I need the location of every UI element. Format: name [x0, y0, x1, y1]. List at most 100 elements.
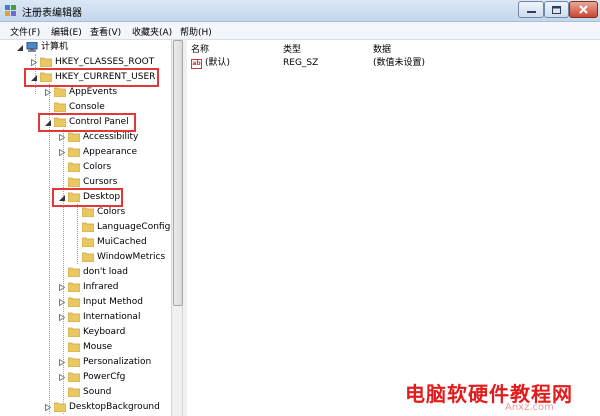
collapse-icon[interactable] — [16, 40, 24, 55]
folder-icon — [54, 402, 66, 412]
window-title: 注册表编辑器 — [22, 8, 82, 19]
tree-item-label: Personalization — [83, 357, 152, 367]
close-icon — [579, 5, 588, 14]
folder-icon — [54, 87, 66, 97]
expand-icon[interactable] — [58, 370, 66, 385]
tree-item-label: 计算机 — [41, 42, 69, 52]
watermark-sub: Anxz.com — [505, 402, 554, 413]
tree-item-label: Colors — [97, 207, 126, 217]
value-data: (数值未设置) — [373, 58, 426, 68]
tree-item-sound[interactable]: Sound — [0, 385, 171, 400]
value-name: (默认) — [205, 58, 231, 68]
registry-tree[interactable]: 计算机 HKEY_CLASSES_ROOT HKEY_CURRENT_USER … — [0, 40, 171, 416]
maximize-icon — [552, 5, 561, 14]
column-header-type[interactable]: 类型 — [283, 42, 301, 55]
column-header-data[interactable]: 数据 — [373, 42, 391, 55]
folder-icon — [68, 312, 80, 322]
tree-item-label: DesktopBackground — [69, 402, 160, 412]
regedit-app-icon — [5, 5, 16, 16]
tree-item-languageconfig[interactable]: LanguageConfig — [0, 220, 171, 235]
folder-icon — [82, 252, 94, 262]
folder-icon — [82, 237, 94, 247]
tree-item-mouse[interactable]: Mouse — [0, 340, 171, 355]
tree-item-international[interactable]: International — [0, 310, 171, 325]
value-row[interactable]: (默认) REG_SZ (数值未设置) — [187, 56, 600, 70]
tree-item-desktopbackground[interactable]: DesktopBackground — [0, 400, 171, 415]
tree-item-windowmetrics[interactable]: WindowMetrics — [0, 250, 171, 265]
expand-icon[interactable] — [58, 130, 66, 145]
tree-item-personalization[interactable]: Personalization — [0, 355, 171, 370]
tree-item-label: Sound — [83, 387, 112, 397]
expand-icon[interactable] — [58, 295, 66, 310]
highlight-box-desktop — [52, 188, 123, 207]
menu-file[interactable]: 文件(F) — [10, 25, 40, 38]
folder-icon — [68, 162, 80, 172]
folder-icon — [68, 147, 80, 157]
maximize-button[interactable] — [544, 1, 569, 18]
tree-item-label: Keyboard — [83, 327, 126, 337]
tree-item-colors[interactable]: Colors — [0, 160, 171, 175]
tree-item-label: don't load — [83, 267, 129, 277]
menu-edit[interactable]: 编辑(E) — [51, 25, 82, 38]
menu-help[interactable]: 帮助(H) — [180, 25, 212, 38]
minimize-button[interactable] — [518, 1, 544, 18]
tree-item-label: WindowMetrics — [97, 252, 166, 262]
tree-item-keyboard[interactable]: Keyboard — [0, 325, 171, 340]
tree-item-dont-load[interactable]: don't load — [0, 265, 171, 280]
column-header-name[interactable]: 名称 — [191, 42, 209, 55]
tree-item-label: Appearance — [83, 147, 138, 157]
tree-item-label: Mouse — [83, 342, 113, 352]
folder-icon — [40, 57, 52, 67]
folder-icon — [68, 342, 80, 352]
menu-bar: 文件(F) 编辑(E) 查看(V) 收藏夹(A) 帮助(H) — [0, 22, 600, 40]
folder-icon — [82, 222, 94, 232]
expand-icon[interactable] — [44, 400, 52, 415]
tree-item-muicached[interactable]: MuiCached — [0, 235, 171, 250]
tree-item-label: PowerCfg — [83, 372, 126, 382]
title-bar: 注册表编辑器 — [0, 0, 600, 22]
expand-icon[interactable] — [58, 310, 66, 325]
tree-item-label: MuiCached — [97, 237, 147, 247]
folder-icon — [82, 207, 94, 217]
folder-icon — [68, 387, 80, 397]
tree-item-input-method[interactable]: Input Method — [0, 295, 171, 310]
tree-scrollbar[interactable] — [171, 40, 183, 416]
folder-icon — [68, 357, 80, 367]
tree-item-accessibility[interactable]: Accessibility — [0, 130, 171, 145]
expand-icon[interactable] — [44, 85, 52, 100]
value-list[interactable]: 名称 类型 数据 (默认) REG_SZ (数值未设置) — [187, 40, 600, 416]
close-button[interactable] — [569, 1, 598, 18]
folder-icon — [68, 267, 80, 277]
menu-favorites[interactable]: 收藏夹(A) — [132, 25, 172, 38]
tree-item-label: Input Method — [83, 297, 143, 307]
folder-icon — [68, 297, 80, 307]
computer-icon — [26, 42, 38, 52]
menu-view[interactable]: 查看(V) — [90, 25, 121, 38]
tree-item-label: International — [83, 312, 141, 322]
highlight-box-control-panel — [38, 113, 136, 132]
tree-item-label: Accessibility — [83, 132, 139, 142]
tree-item-label: Colors — [83, 162, 112, 172]
folder-icon — [68, 372, 80, 382]
expand-icon[interactable] — [58, 280, 66, 295]
minimize-icon — [526, 10, 536, 13]
tree-item-infrared[interactable]: Infrared — [0, 280, 171, 295]
scrollbar-thumb[interactable] — [173, 40, 183, 306]
folder-icon — [68, 327, 80, 337]
tree-item-computer[interactable]: 计算机 — [0, 40, 171, 55]
value-type: REG_SZ — [283, 58, 319, 68]
highlight-box-hkey-current-user — [24, 68, 159, 87]
string-value-icon: ab — [191, 59, 202, 69]
tree-item-appevents[interactable]: AppEvents — [0, 85, 171, 100]
tree-item-powercfg[interactable]: PowerCfg — [0, 370, 171, 385]
tree-item-desktop-colors[interactable]: Colors — [0, 205, 171, 220]
expand-icon[interactable] — [58, 145, 66, 160]
folder-icon — [68, 177, 80, 187]
tree-item-label: AppEvents — [69, 87, 118, 97]
expand-icon[interactable] — [58, 355, 66, 370]
tree-item-label: Infrared — [83, 282, 119, 292]
tree-item-appearance[interactable]: Appearance — [0, 145, 171, 160]
tree-item-label: LanguageConfig — [97, 222, 171, 232]
folder-icon — [68, 282, 80, 292]
folder-icon — [68, 132, 80, 142]
